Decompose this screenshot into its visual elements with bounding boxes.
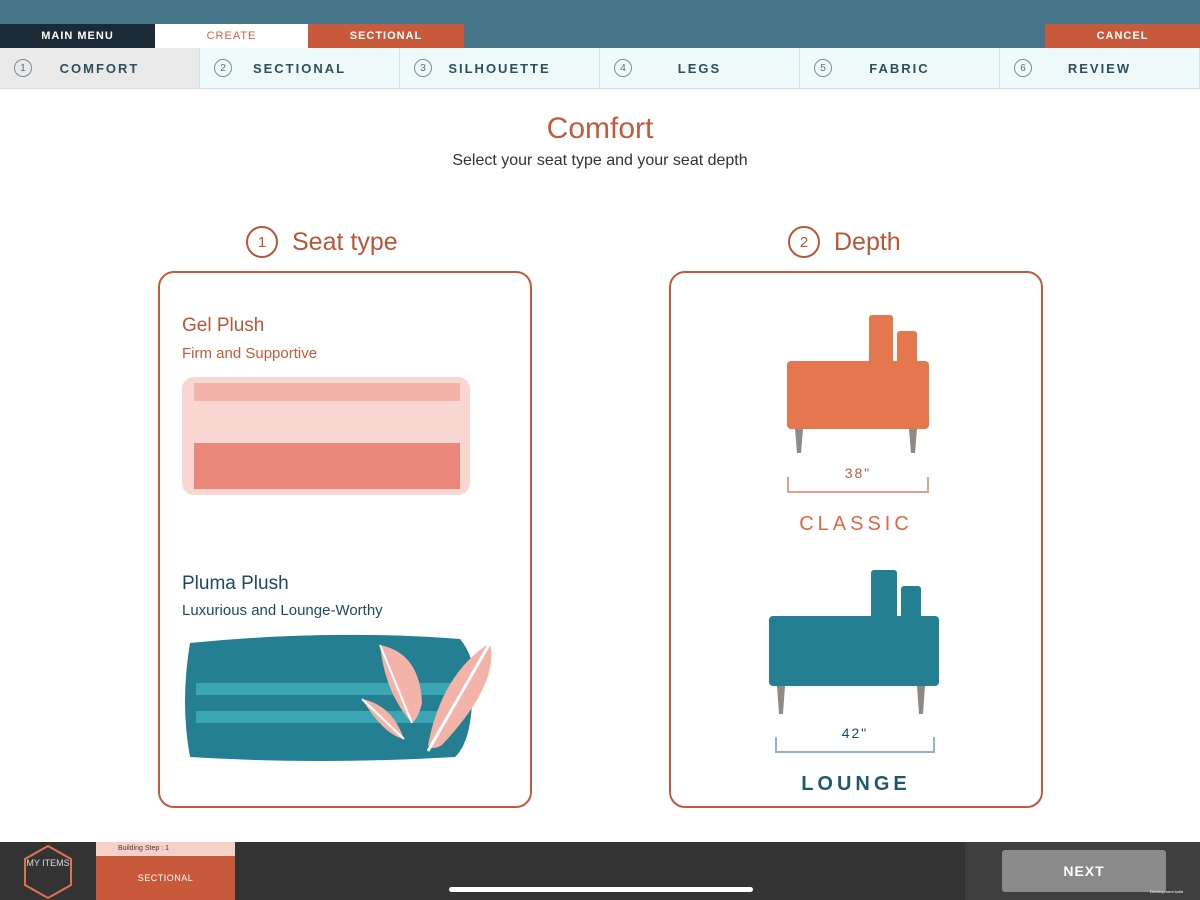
sectional-tab[interactable]: SECTIONAL [308, 24, 464, 48]
cancel-button[interactable]: CANCEL [1045, 24, 1200, 48]
classic-dimension-bracket [787, 477, 929, 493]
main-menu-button[interactable]: MAIN MENU [0, 24, 155, 48]
step-label: SECTIONAL [252, 60, 347, 76]
lounge-dimension-bracket [775, 737, 935, 753]
step-tabs: 1 COMFORT 2 SECTIONAL 3 SILHOUETTE 4 LEG… [0, 48, 1200, 89]
lounge-sofa-icon[interactable] [763, 568, 943, 718]
lounge-depth-option[interactable]: LOUNGE [671, 773, 1041, 796]
step-label: REVIEW [1067, 60, 1132, 76]
step-label: LEGS [677, 60, 722, 76]
step-number: 5 [814, 59, 832, 77]
gel-plush-subtitle: Firm and Supportive [182, 345, 318, 362]
seat-type-header: 1 Seat type [246, 226, 398, 258]
home-indicator[interactable] [449, 887, 753, 892]
current-build-sectional[interactable]: SECTIONAL [96, 856, 235, 900]
page-title: Comfort [546, 112, 654, 145]
gel-plush-cushion-image[interactable] [182, 377, 472, 497]
seat-type-card: Gel Plush Firm and Supportive Pluma Plus… [158, 271, 532, 808]
depth-card: 38" CLASSIC 42" LOUNGE [669, 271, 1043, 808]
create-tab[interactable]: CREATE [155, 24, 308, 48]
building-step-label: Building Step : 1 [96, 842, 235, 856]
step-number: 3 [414, 59, 432, 77]
next-button[interactable]: NEXT [1002, 850, 1166, 892]
my-items-label[interactable]: MY ITEMS [20, 858, 76, 869]
pluma-plush-cushion-image[interactable] [180, 633, 520, 763]
depth-header: 2 Depth [788, 226, 901, 258]
step-tab-fabric[interactable]: 5 FABRIC [800, 48, 1000, 88]
classic-depth-option[interactable]: CLASSIC [671, 513, 1041, 536]
step-tab-sectional[interactable]: 2 SECTIONAL [200, 48, 400, 88]
development-build-label: Development build [1150, 889, 1184, 894]
pluma-plush-title[interactable]: Pluma Plush [182, 573, 289, 595]
section-number: 2 [788, 226, 820, 258]
my-items-hexagon-icon[interactable] [20, 844, 76, 900]
step-number: 1 [14, 59, 32, 77]
step-label: COMFORT [59, 60, 140, 76]
step-tab-silhouette[interactable]: 3 SILHOUETTE [400, 48, 600, 88]
step-tab-legs[interactable]: 4 LEGS [600, 48, 800, 88]
step-label: SILHOUETTE [448, 60, 551, 76]
section-title: Depth [834, 227, 901, 256]
pluma-plush-subtitle: Luxurious and Lounge-Worthy [182, 602, 383, 619]
step-number: 2 [214, 59, 232, 77]
step-label: FABRIC [869, 60, 930, 76]
page-subtitle: Select your seat type and your seat dept… [452, 152, 748, 169]
step-number: 4 [614, 59, 632, 77]
gel-plush-title[interactable]: Gel Plush [182, 315, 264, 337]
step-number: 6 [1014, 59, 1032, 77]
section-number: 1 [246, 226, 278, 258]
step-tab-review[interactable]: 6 REVIEW [1000, 48, 1200, 88]
classic-sofa-icon[interactable] [781, 313, 931, 463]
step-tab-comfort[interactable]: 1 COMFORT [0, 48, 200, 88]
section-title: Seat type [292, 227, 398, 256]
